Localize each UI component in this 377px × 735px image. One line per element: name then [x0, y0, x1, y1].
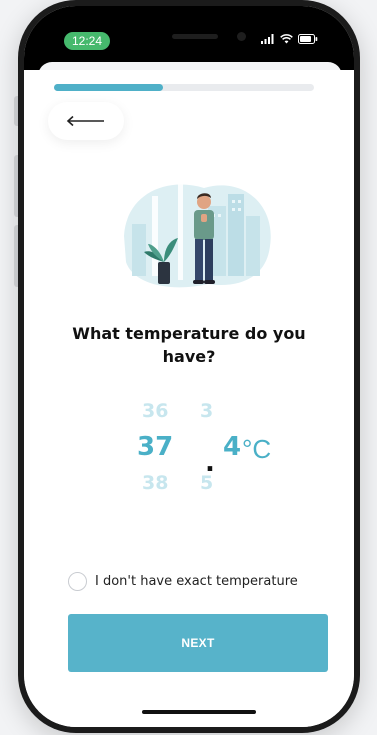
no-exact-temperature-option[interactable]: I don't have exact temperature	[68, 572, 298, 591]
question-title: What temperature do you have?	[72, 324, 306, 366]
progress-bar	[54, 84, 314, 91]
no-exact-temperature-label: I don't have exact temperature	[95, 574, 298, 589]
status-icons	[261, 34, 318, 44]
phone-frame: 12:24 What temperature do you have? 36 3…	[18, 0, 360, 733]
person-illustration	[124, 184, 271, 288]
wifi-icon	[280, 34, 293, 44]
integer-prev-value[interactable]: 36	[142, 400, 168, 422]
integer-selected-value[interactable]: 37	[137, 432, 173, 462]
no-exact-temperature-radio[interactable]	[68, 572, 87, 591]
decimal-selected-value[interactable]: 4	[223, 432, 241, 462]
next-button[interactable]: NEXT	[68, 614, 328, 672]
back-button[interactable]	[48, 102, 124, 140]
temperature-picker[interactable]: 36 3 37 . 4 °C 38 5	[24, 390, 354, 510]
speaker-grille	[172, 34, 218, 39]
arrow-left-icon	[66, 115, 104, 127]
home-indicator	[142, 710, 256, 714]
decimal-prev-value[interactable]: 3	[200, 400, 213, 422]
main-content: What temperature do you have? 36 3 37 . …	[24, 70, 354, 727]
signal-icon	[261, 34, 274, 44]
battery-icon	[298, 34, 318, 44]
phone-screen: 12:24 What temperature do you have? 36 3…	[24, 6, 354, 727]
decimal-next-value[interactable]: 5	[200, 472, 213, 494]
integer-next-value[interactable]: 38	[142, 472, 168, 494]
notch	[116, 6, 262, 54]
temperature-unit: °C	[242, 434, 272, 464]
front-camera	[237, 32, 246, 41]
status-time: 12:24	[64, 32, 110, 50]
progress-fill	[54, 84, 164, 91]
